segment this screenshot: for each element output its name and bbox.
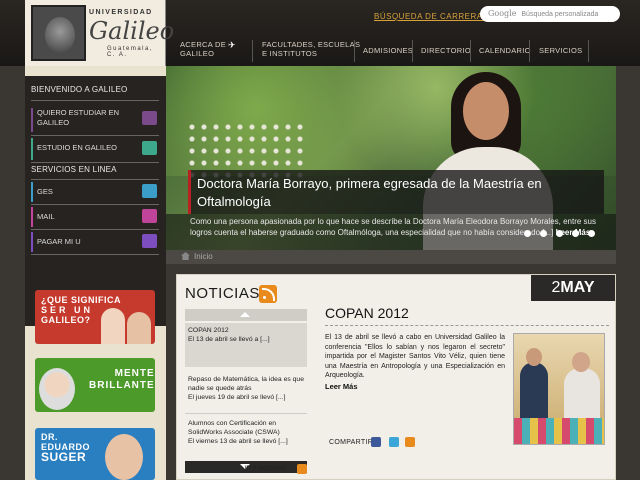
slide-dot[interactable]	[572, 230, 579, 237]
list-item[interactable]: Repaso de Matemática, la idea es que nad…	[185, 373, 307, 402]
breadcrumb-home[interactable]: Inicio	[194, 252, 213, 261]
ges-icon	[142, 184, 157, 198]
ad-que-significa[interactable]: ¿QUE SIGNIFICA SER UN GALILEO?	[35, 290, 155, 344]
facebook-icon[interactable]	[371, 437, 381, 447]
nav-item-acerca[interactable]: ACERCA DE GALILEO	[180, 40, 226, 58]
slide-dot[interactable]	[556, 230, 563, 237]
archive-icon	[297, 464, 307, 474]
breadcrumb: Inicio	[166, 250, 616, 264]
news-up-arrow[interactable]	[185, 309, 307, 321]
sidebar: BIENVENIDO A GALILEO QUIERO ESTUDIAR EN G…	[25, 66, 166, 480]
suger-photo	[105, 434, 143, 480]
logo-name-text: Galileo	[89, 17, 175, 45]
sidebar-item-estudio[interactable]: ESTUDIO EN GALILEO	[31, 138, 159, 160]
mail-icon	[142, 209, 157, 223]
telescope-icon: ✈	[228, 40, 236, 50]
article-photo	[513, 333, 605, 445]
header-bar: UNIVERSIDAD Galileo Guatemala, C. A. BÚS…	[0, 0, 640, 66]
news-list: COPAN 2012 El 13 de abril se llevó a [...…	[185, 309, 307, 479]
search-input[interactable]: Google Búsqueda personalizada	[480, 6, 620, 22]
hero-caption-description: Como una persona apasionada por lo que h…	[166, 214, 616, 250]
twitter-icon[interactable]	[389, 437, 399, 447]
slide-dot[interactable]	[540, 230, 547, 237]
student-photo	[101, 308, 125, 344]
nav-item-directorio[interactable]: DIRECTORIO	[421, 46, 471, 55]
search-placeholder: Búsqueda personalizada	[521, 11, 599, 18]
share-label: COMPARTIR	[329, 439, 374, 446]
article-read-more-link[interactable]: Leer Más	[325, 382, 358, 391]
sidebar-item-quiero-estudiar[interactable]: QUIERO ESTUDIAR EN GALILEO	[31, 108, 159, 132]
google-icon: Google	[488, 9, 517, 18]
welcome-heading: BIENVENIDO A GALILEO	[31, 85, 128, 94]
rss-icon[interactable]	[259, 285, 277, 303]
logo-university-text: UNIVERSIDAD	[89, 9, 153, 16]
sidebar-item-mail[interactable]: MAIL	[31, 207, 159, 227]
slide-dot[interactable]	[588, 230, 595, 237]
slide-dot[interactable]	[524, 230, 531, 237]
book-icon	[142, 141, 157, 155]
news-section: NOTICIAS 2MAY COPAN 2012 El 13 de abril s…	[176, 274, 616, 480]
archive-link[interactable]: IR A ARCHIVO	[185, 461, 307, 479]
hero-caption-title[interactable]: Doctora María Borrayo, primera egresada …	[188, 170, 604, 214]
sidebar-menu: BIENVENIDO A GALILEO QUIERO ESTUDIAR EN G…	[25, 76, 166, 326]
student-icon	[142, 111, 157, 125]
list-item[interactable]: COPAN 2012 El 13 de abril se llevó a [...…	[185, 323, 307, 367]
ad-mentes-brillantes[interactable]: MENTESBRILLANTES	[35, 358, 155, 412]
article-body: El 13 de abril se llevó a cabo en Univer…	[325, 334, 505, 379]
ad-dr-suger[interactable]: DR. EDUARDO SUGER	[35, 428, 155, 480]
news-heading: NOTICIAS	[185, 285, 260, 302]
sidebar-item-ges[interactable]: GES	[31, 182, 159, 202]
university-logo[interactable]: UNIVERSIDAD Galileo Guatemala, C. A.	[25, 0, 174, 66]
nav-item-admisiones[interactable]: ADMISIONES	[363, 46, 413, 55]
list-item[interactable]: Alumnos con Certificación en SolidWorks …	[185, 419, 307, 446]
sidebar-item-pagar[interactable]: PAGAR MI U	[31, 232, 159, 252]
card-icon	[142, 234, 157, 248]
einstein-photo	[39, 368, 75, 410]
article-title[interactable]: COPAN 2012	[325, 305, 409, 321]
services-heading: SERVICIOS EN LINEA	[31, 165, 117, 174]
home-icon[interactable]	[181, 252, 190, 260]
search-careers-link[interactable]: BÚSQUEDA DE CARRERAS	[374, 12, 488, 21]
nav-item-calendario[interactable]: CALENDARIO	[479, 46, 531, 55]
nav-item-facultades[interactable]: FACULTADES, ESCUELAS E INSTITUTOS	[262, 40, 360, 58]
nav-item-servicios[interactable]: SERVICIOS	[539, 46, 582, 55]
date-badge: 2MAY	[531, 275, 615, 301]
email-icon[interactable]	[405, 437, 415, 447]
galileo-crest-icon	[31, 5, 86, 61]
student-photo	[127, 312, 151, 344]
logo-city-text: Guatemala, C. A.	[107, 46, 154, 58]
